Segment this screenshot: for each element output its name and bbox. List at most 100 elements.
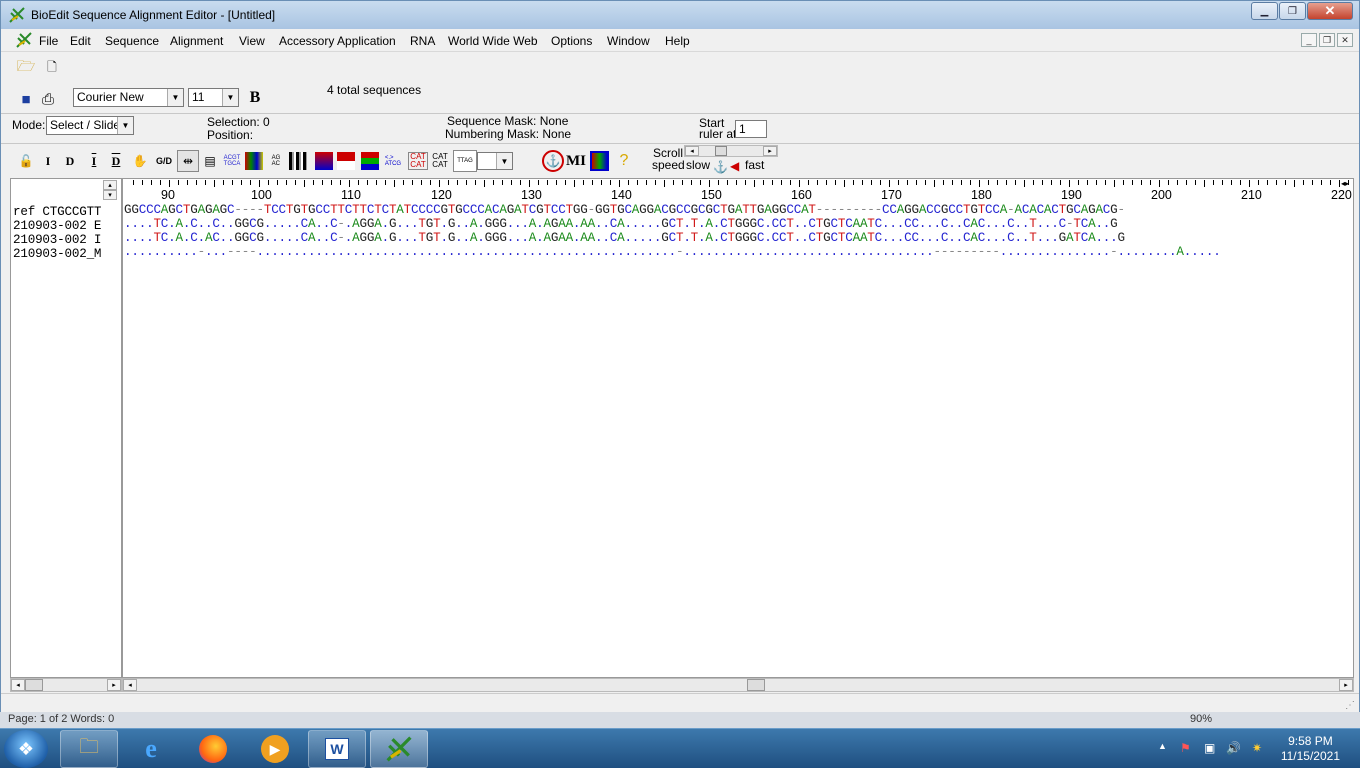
mutual-info-button[interactable]: MI	[565, 152, 587, 170]
consensus-button[interactable]: TTAG	[453, 150, 477, 172]
alignment-hscrollbar[interactable]: ◂ ▸	[122, 678, 1354, 692]
menu-accessory-application[interactable]: Accessory Application	[279, 34, 396, 48]
cat-mono-button[interactable]: CAT CAT	[430, 152, 450, 170]
restriction-button[interactable]: ⚓	[542, 150, 564, 172]
ruler-tick	[1276, 180, 1277, 185]
font-select[interactable]: Courier New ▼	[73, 88, 184, 107]
scroll-thumb[interactable]	[747, 679, 765, 691]
hand-tool-button[interactable]: ✋	[131, 152, 149, 170]
identity-shade-button[interactable]	[315, 152, 333, 170]
taskbar-clock[interactable]: 9:58 PM 11/15/2021	[1281, 734, 1340, 764]
ruler-scroll-icon[interactable]: ◂▸	[1341, 179, 1353, 189]
toggle-case-button[interactable]: <.> ATCG	[384, 152, 402, 170]
save-button[interactable]: ■	[17, 90, 35, 108]
lock-button[interactable]: 🔓	[17, 152, 35, 170]
gap-delete-button[interactable]: G/D	[153, 152, 175, 170]
scroll-left-button[interactable]: ◂	[123, 679, 137, 691]
menu-alignment[interactable]: Alignment	[170, 34, 223, 48]
taskbar-explorer[interactable]: 🗀	[60, 730, 118, 768]
color-block-button[interactable]	[245, 152, 263, 170]
delete-mode-button[interactable]: D	[61, 152, 79, 170]
name-hscrollbar[interactable]: ◂ ▸	[10, 678, 122, 692]
child-restore-button[interactable]: ❐	[1319, 33, 1335, 47]
ruler-tick	[1078, 180, 1079, 185]
ruler-tick	[781, 180, 782, 185]
taskbar-ie[interactable]: e	[122, 730, 180, 768]
print-button[interactable]: ⎙	[39, 90, 57, 108]
ruler-number: 200	[1151, 188, 1172, 202]
sequence-row[interactable]: GGCCCAGCTGAGAGC----TCCTGTGCCTTCTTCTCTATC…	[124, 203, 1125, 217]
mode-select[interactable]: Select / Slide ▼	[46, 116, 134, 135]
slider-right-button[interactable]: ▸	[763, 146, 777, 156]
shade-button[interactable]: AG AC	[267, 152, 285, 170]
taskbar-firefox[interactable]	[184, 730, 242, 768]
sequence-row[interactable]: ....TC.A.C..C..GGCG.....CA..C-.AGGA.G...…	[124, 217, 1118, 231]
device-icon[interactable]: ▣	[1204, 741, 1215, 755]
font-size-select[interactable]: 11 ▼	[188, 88, 239, 107]
consensus-select[interactable]: ▼	[477, 152, 513, 170]
resize-grip-icon[interactable]: ⋰	[1345, 700, 1355, 711]
seq-name-row[interactable]: 210903-002 I	[13, 233, 101, 247]
start-button[interactable]: ❖	[4, 730, 48, 768]
menu-rna[interactable]: RNA	[410, 34, 435, 48]
taskbar-word[interactable]: W	[308, 730, 366, 768]
new-document-icon: 🗋	[47, 59, 57, 74]
insert-mode-button[interactable]: I	[39, 152, 57, 170]
cat-button[interactable]: CAT CAT	[408, 152, 428, 170]
word-icon: W	[325, 738, 349, 760]
graph-button[interactable]: ▤	[201, 152, 219, 170]
menu-view[interactable]: View	[239, 34, 265, 48]
minimize-button[interactable]: ▁	[1251, 2, 1278, 20]
menu-file[interactable]: File	[39, 34, 58, 48]
matrix-button[interactable]	[590, 151, 609, 171]
menu-sequence[interactable]: Sequence	[105, 34, 159, 48]
seq-name-row[interactable]: ref CTGCCGTT	[13, 205, 101, 219]
action-center-flag-icon[interactable]: ⚑	[1180, 741, 1191, 755]
menu-world-wide-web[interactable]: World Wide Web	[448, 34, 538, 48]
chevron-down-icon: ▼	[167, 89, 183, 106]
grayscale-button[interactable]	[289, 152, 307, 170]
taskbar-media[interactable]: ▶	[246, 730, 304, 768]
sequence-row[interactable]: ....TC.A.C.AC..GGCG.....CA..C-.AGGA.G...…	[124, 231, 1125, 245]
scroll-right-button[interactable]: ▸	[107, 679, 121, 691]
name-scroll-up-button[interactable]: ▴	[103, 180, 117, 190]
menu-options[interactable]: Options	[551, 34, 592, 48]
ruler-tick	[1321, 180, 1322, 185]
slider-thumb[interactable]	[715, 146, 727, 156]
scroll-speed-slider[interactable]: ◂ ▸	[684, 145, 778, 157]
show-hidden-icons-icon[interactable]: ▲	[1158, 741, 1167, 751]
seq-name-row[interactable]: 210903-002 E	[13, 219, 101, 233]
new-button[interactable]: 🗋	[43, 59, 61, 77]
sequence-row[interactable]: ..........-...----......................…	[124, 245, 1221, 259]
ruler-tick	[223, 180, 224, 185]
network-icon[interactable]: ✷	[1252, 741, 1262, 755]
seq-name-row[interactable]: 210903-002_M	[13, 247, 101, 261]
open-button[interactable]: 🗁	[17, 58, 36, 77]
delete-all-button[interactable]: D	[107, 152, 125, 170]
slider-left-button[interactable]: ◂	[685, 146, 699, 156]
name-scroll-down-button[interactable]: ▾	[103, 190, 117, 200]
similarity-shade-button[interactable]	[337, 152, 355, 170]
child-close-button[interactable]: ✕	[1337, 33, 1353, 47]
plot-button[interactable]	[361, 152, 379, 170]
close-button[interactable]: ✕	[1307, 2, 1353, 20]
ruler-start-input[interactable]: 1	[735, 120, 767, 138]
insert-all-button[interactable]: I	[85, 152, 103, 170]
scroll-left-button[interactable]: ◂	[11, 679, 25, 691]
help-button[interactable]: ?	[615, 152, 633, 170]
child-minimize-button[interactable]: _	[1301, 33, 1317, 47]
menu-window[interactable]: Window	[607, 34, 650, 48]
color-seq-button[interactable]: ACGT TGCA	[223, 152, 241, 170]
alignment-pane[interactable]: 90 100 110 120 130 140 150 160 170 180 190 200 210 22…	[122, 178, 1354, 678]
menu-edit[interactable]: Edit	[70, 34, 91, 48]
taskbar-bioedit[interactable]	[370, 730, 428, 768]
bold-button[interactable]: B	[246, 89, 264, 107]
restore-button[interactable]: ❐	[1279, 2, 1306, 20]
volume-icon[interactable]: 🔊	[1226, 741, 1241, 755]
menu-help[interactable]: Help	[665, 34, 690, 48]
slide-tool-button[interactable]: ⇹	[177, 150, 199, 172]
sequence-name-pane[interactable]: ▴ ▾ ref CTGCCGTT 210903-002 E 210903-002…	[10, 178, 122, 678]
scroll-right-button[interactable]: ▸	[1339, 679, 1353, 691]
scroll-thumb[interactable]	[25, 679, 43, 691]
ruler-tick	[304, 180, 305, 187]
